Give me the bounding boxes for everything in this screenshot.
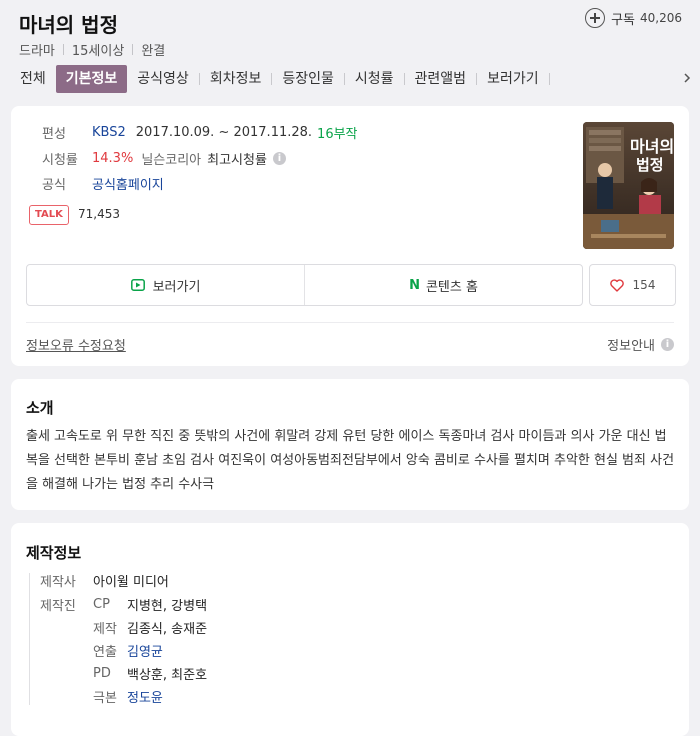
channel-link[interactable]: KBS2 — [92, 125, 126, 140]
episode-count: 16부작 — [317, 127, 358, 142]
content-home-label: 콘텐츠 홈 — [425, 279, 478, 295]
production-card: 제작정보 제작사 아이윌 미디어 제작진 CP 지병현, 강병택 제작 김종식,… — [11, 523, 689, 736]
staff-names: 김종식, 송재준 — [127, 622, 208, 637]
poster-art-icon: 마녀의 법정 — [583, 122, 674, 249]
info-guide-label: 정보안내 — [607, 339, 655, 354]
staff-role: 연출 — [93, 645, 117, 660]
tab-watch[interactable]: 보러가기 — [477, 65, 549, 93]
staff-row: 극본 정도윤 — [93, 687, 163, 706]
report-error-link[interactable]: 정보오류 수정요청 — [26, 335, 126, 354]
divider — [548, 73, 550, 85]
rating-source: 닐슨코리아 — [141, 153, 202, 168]
broadcast-label: 편성 — [42, 127, 66, 142]
talk-count: 71,453 — [78, 207, 120, 221]
official-row: 공식 공식홈페이지 — [42, 174, 164, 193]
divider — [62, 44, 64, 55]
production-title: 제작정보 — [26, 544, 82, 562]
company-name: 아이윌 미디어 — [93, 575, 169, 590]
heart-icon — [609, 278, 624, 292]
like-button[interactable]: 154 — [589, 264, 676, 306]
talk-badge[interactable]: TALK — [29, 205, 69, 225]
genre: 드라마 — [19, 44, 55, 59]
svg-text:법정: 법정 — [636, 156, 664, 174]
subscribe-count: 40,206 — [640, 11, 682, 25]
tab-albums[interactable]: 관련앨범 — [405, 65, 477, 93]
info-icon: i — [661, 338, 674, 351]
staff-role: 극본 — [93, 691, 117, 706]
action-buttons: 보러가기 N 콘텐츠 홈 — [26, 264, 583, 306]
staff-names: 백상훈, 최준호 — [127, 668, 208, 683]
tab-episodes[interactable]: 회차정보 — [200, 65, 272, 93]
staff-row: PD 백상훈, 최준호 — [93, 664, 207, 683]
broadcast-period: 2017.10.09. ~ 2017.11.28. — [135, 125, 313, 140]
program-meta: 드라마 15세이상 완결 — [19, 40, 165, 59]
staff-role: PD — [93, 666, 111, 681]
subscribe-label: 구독 — [611, 12, 635, 28]
divider — [132, 44, 134, 55]
official-label: 공식 — [42, 178, 66, 193]
watch-button[interactable]: 보러가기 — [27, 265, 304, 305]
company-row: 제작사 아이윌 미디어 — [40, 571, 169, 590]
page-header: 마녀의 법정 구독 40,206 드라마 15세이상 완결 전체 기본정보 공식… — [0, 0, 700, 100]
rating-row: 시청률 14.3% 닐슨코리아 최고시청률 i — [42, 149, 286, 168]
tab-characters[interactable]: 등장인물 — [272, 65, 344, 93]
staff-role: CP — [93, 597, 110, 612]
naver-icon: N — [409, 277, 420, 293]
official-homepage-link[interactable]: 공식홈페이지 — [92, 174, 164, 193]
intro-card: 소개 출세 고속도로 위 무한 직진 중 뜻밖의 사건에 휘말려 강제 유턴 당… — [11, 379, 689, 510]
svg-text:마녀의: 마녀의 — [630, 137, 674, 156]
divider — [29, 573, 30, 705]
program-title: 마녀의 법정 — [19, 13, 118, 37]
staff-row: 연출 김영균 — [93, 641, 163, 660]
tab-bar: 전체 기본정보 공식영상 회차정보 등장인물 시청률 관련앨범 보러가기 — [10, 64, 550, 94]
broadcast-row: 편성 KBS2 2017.10.09. ~ 2017.11.28. 16부작 — [42, 123, 358, 142]
rating-label: 시청률 — [42, 153, 78, 168]
intro-text: 출세 고속도로 위 무한 직진 중 뜻밖의 사건에 휘말려 강제 유턴 당한 에… — [26, 429, 675, 492]
divider — [26, 322, 674, 323]
plus-icon — [585, 8, 606, 28]
tab-ratings[interactable]: 시청률 — [345, 65, 404, 93]
intro-title: 소개 — [26, 399, 54, 417]
staff-label: 제작진 — [40, 599, 76, 614]
company-label: 제작사 — [40, 575, 76, 590]
watch-button-label: 보러가기 — [152, 279, 201, 295]
chevron-right-icon[interactable] — [682, 73, 692, 83]
content-home-button[interactable]: N 콘텐츠 홈 — [305, 265, 582, 305]
basic-info-card: 편성 KBS2 2017.10.09. ~ 2017.11.28. 16부작 시… — [11, 106, 689, 366]
staff-row: 제작 김종식, 송재준 — [93, 618, 207, 637]
staff-label-row: 제작진 — [40, 595, 76, 614]
staff-names: 지병현, 강병택 — [127, 599, 208, 614]
rating-value: 14.3% — [92, 151, 134, 166]
tab-basic-info[interactable]: 기본정보 — [55, 65, 128, 93]
air-status: 완결 — [141, 44, 166, 59]
staff-row: CP 지병현, 강병택 — [93, 595, 207, 614]
rating-note: 최고시청률 — [207, 153, 267, 168]
info-icon[interactable]: i — [272, 152, 286, 165]
tab-official-video[interactable]: 공식영상 — [127, 65, 199, 93]
writer-link[interactable]: 정도윤 — [127, 687, 163, 706]
staff-role: 제작 — [93, 622, 117, 637]
tab-all[interactable]: 전체 — [10, 65, 56, 93]
poster-image[interactable]: 마녀의 법정 — [583, 122, 674, 249]
subscribe-button[interactable]: 구독 40,206 — [585, 8, 682, 28]
like-count: 154 — [632, 278, 656, 292]
info-guide-button[interactable]: 정보안내 i — [607, 335, 674, 354]
age-rating: 15세이상 — [71, 44, 125, 59]
director-link[interactable]: 김영균 — [127, 641, 163, 660]
play-icon — [130, 279, 145, 291]
